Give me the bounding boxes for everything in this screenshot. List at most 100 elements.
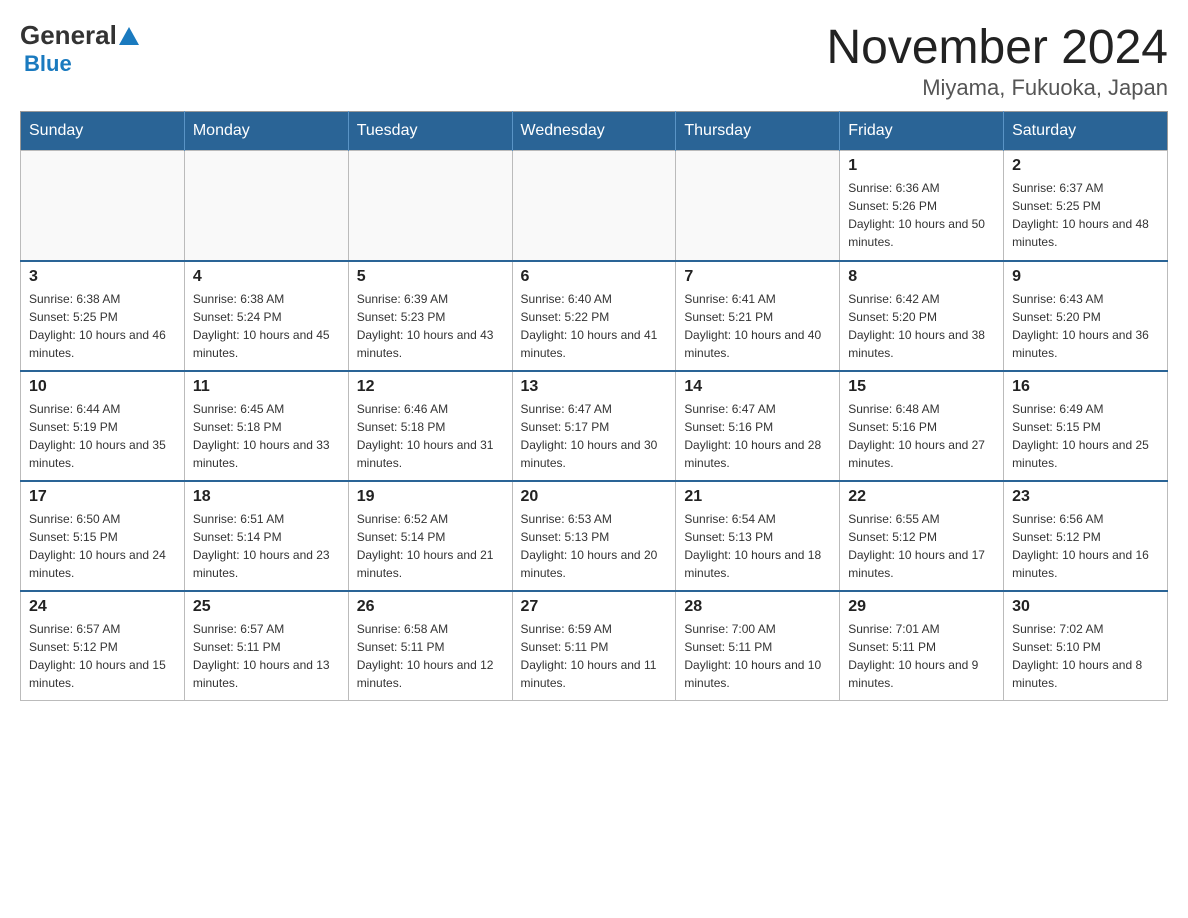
day-info: Sunrise: 6:55 AMSunset: 5:12 PMDaylight:… [848, 510, 995, 582]
day-info: Sunrise: 6:52 AMSunset: 5:14 PMDaylight:… [357, 510, 504, 582]
calendar-week-row: 17 Sunrise: 6:50 AMSunset: 5:15 PMDayligh… [21, 481, 1168, 591]
day-number: 22 [848, 488, 995, 506]
day-number: 14 [684, 378, 831, 396]
day-info: Sunrise: 6:48 AMSunset: 5:16 PMDaylight:… [848, 400, 995, 472]
day-number: 3 [29, 268, 176, 286]
header-tuesday: Tuesday [348, 112, 512, 151]
logo-blue-text: Blue [24, 51, 72, 77]
day-number: 2 [1012, 157, 1159, 175]
calendar-title: November 2024 [826, 20, 1168, 75]
calendar-table: Sunday Monday Tuesday Wednesday Thursday… [20, 111, 1168, 701]
table-row: 14 Sunrise: 6:47 AMSunset: 5:16 PMDayligh… [676, 371, 840, 481]
day-info: Sunrise: 6:47 AMSunset: 5:17 PMDaylight:… [521, 400, 668, 472]
table-row: 25 Sunrise: 6:57 AMSunset: 5:11 PMDayligh… [184, 591, 348, 701]
table-row: 18 Sunrise: 6:51 AMSunset: 5:14 PMDayligh… [184, 481, 348, 591]
day-number: 25 [193, 598, 340, 616]
calendar-week-row: 1 Sunrise: 6:36 AMSunset: 5:26 PMDaylight… [21, 151, 1168, 261]
day-number: 1 [848, 157, 995, 175]
table-row: 23 Sunrise: 6:56 AMSunset: 5:12 PMDayligh… [1004, 481, 1168, 591]
title-block: November 2024 Miyama, Fukuoka, Japan [826, 20, 1168, 101]
table-row: 8Sunrise: 6:42 AMSunset: 5:20 PMDaylight… [840, 261, 1004, 371]
table-row: 24 Sunrise: 6:57 AMSunset: 5:12 PMDayligh… [21, 591, 185, 701]
day-info: Sunrise: 6:39 AMSunset: 5:23 PMDaylight:… [357, 290, 504, 362]
page-header: General Blue November 2024 Miyama, Fukuo… [20, 20, 1168, 101]
day-info: Sunrise: 6:44 AMSunset: 5:19 PMDaylight:… [29, 400, 176, 472]
day-number: 18 [193, 488, 340, 506]
day-info: Sunrise: 6:40 AMSunset: 5:22 PMDaylight:… [521, 290, 668, 362]
header-monday: Monday [184, 112, 348, 151]
day-number: 7 [684, 268, 831, 286]
day-info: Sunrise: 7:01 AMSunset: 5:11 PMDaylight:… [848, 620, 995, 692]
day-number: 12 [357, 378, 504, 396]
day-number: 4 [193, 268, 340, 286]
day-number: 24 [29, 598, 176, 616]
day-number: 17 [29, 488, 176, 506]
day-info: Sunrise: 6:43 AMSunset: 5:20 PMDaylight:… [1012, 290, 1159, 362]
day-number: 20 [521, 488, 668, 506]
header-wednesday: Wednesday [512, 112, 676, 151]
day-info: Sunrise: 6:37 AMSunset: 5:25 PMDaylight:… [1012, 179, 1159, 251]
day-info: Sunrise: 6:50 AMSunset: 5:15 PMDaylight:… [29, 510, 176, 582]
day-number: 9 [1012, 268, 1159, 286]
day-info: Sunrise: 6:57 AMSunset: 5:11 PMDaylight:… [193, 620, 340, 692]
day-info: Sunrise: 6:51 AMSunset: 5:14 PMDaylight:… [193, 510, 340, 582]
day-number: 5 [357, 268, 504, 286]
day-info: Sunrise: 6:38 AMSunset: 5:24 PMDaylight:… [193, 290, 340, 362]
day-info: Sunrise: 6:49 AMSunset: 5:15 PMDaylight:… [1012, 400, 1159, 472]
day-number: 8 [848, 268, 995, 286]
calendar-week-row: 3 Sunrise: 6:38 AMSunset: 5:25 PMDaylight… [21, 261, 1168, 371]
table-row [512, 151, 676, 261]
table-row: 26Sunrise: 6:58 AMSunset: 5:11 PMDayligh… [348, 591, 512, 701]
day-info: Sunrise: 6:47 AMSunset: 5:16 PMDaylight:… [684, 400, 831, 472]
day-number: 19 [357, 488, 504, 506]
calendar-week-row: 10Sunrise: 6:44 AMSunset: 5:19 PMDayligh… [21, 371, 1168, 481]
day-number: 27 [521, 598, 668, 616]
table-row: 30Sunrise: 7:02 AMSunset: 5:10 PMDayligh… [1004, 591, 1168, 701]
day-number: 28 [684, 598, 831, 616]
day-number: 29 [848, 598, 995, 616]
table-row: 6 Sunrise: 6:40 AMSunset: 5:22 PMDaylight… [512, 261, 676, 371]
table-row: 10Sunrise: 6:44 AMSunset: 5:19 PMDayligh… [21, 371, 185, 481]
table-row: 19 Sunrise: 6:52 AMSunset: 5:14 PMDayligh… [348, 481, 512, 591]
day-number: 6 [521, 268, 668, 286]
day-info: Sunrise: 6:53 AMSunset: 5:13 PMDaylight:… [521, 510, 668, 582]
table-row: 20 Sunrise: 6:53 AMSunset: 5:13 PMDayligh… [512, 481, 676, 591]
day-number: 15 [848, 378, 995, 396]
logo-general-label: General [20, 20, 117, 51]
day-info: Sunrise: 6:56 AMSunset: 5:12 PMDaylight:… [1012, 510, 1159, 582]
day-info: Sunrise: 6:46 AMSunset: 5:18 PMDaylight:… [357, 400, 504, 472]
table-row: 13 Sunrise: 6:47 AMSunset: 5:17 PMDayligh… [512, 371, 676, 481]
day-number: 26 [357, 598, 504, 616]
day-number: 23 [1012, 488, 1159, 506]
header-friday: Friday [840, 112, 1004, 151]
day-info: Sunrise: 6:59 AMSunset: 5:11 PMDaylight:… [521, 620, 668, 692]
table-row: 21 Sunrise: 6:54 AMSunset: 5:13 PMDayligh… [676, 481, 840, 591]
table-row: 12 Sunrise: 6:46 AMSunset: 5:18 PMDayligh… [348, 371, 512, 481]
calendar-week-row: 24 Sunrise: 6:57 AMSunset: 5:12 PMDayligh… [21, 591, 1168, 701]
table-row: 7 Sunrise: 6:41 AMSunset: 5:21 PMDaylight… [676, 261, 840, 371]
table-row [184, 151, 348, 261]
table-row: 9 Sunrise: 6:43 AMSunset: 5:20 PMDaylight… [1004, 261, 1168, 371]
day-info: Sunrise: 7:00 AMSunset: 5:11 PMDaylight:… [684, 620, 831, 692]
day-info: Sunrise: 6:36 AMSunset: 5:26 PMDaylight:… [848, 179, 995, 251]
day-info: Sunrise: 6:54 AMSunset: 5:13 PMDaylight:… [684, 510, 831, 582]
table-row: 2 Sunrise: 6:37 AMSunset: 5:25 PMDaylight… [1004, 151, 1168, 261]
table-row [348, 151, 512, 261]
day-info: Sunrise: 6:38 AMSunset: 5:25 PMDaylight:… [29, 290, 176, 362]
day-info: Sunrise: 6:45 AMSunset: 5:18 PMDaylight:… [193, 400, 340, 472]
day-number: 30 [1012, 598, 1159, 616]
logo-triangle-icon [119, 27, 139, 45]
logo: General Blue [20, 20, 141, 77]
day-number: 21 [684, 488, 831, 506]
day-info: Sunrise: 6:57 AMSunset: 5:12 PMDaylight:… [29, 620, 176, 692]
table-row: 16Sunrise: 6:49 AMSunset: 5:15 PMDayligh… [1004, 371, 1168, 481]
header-saturday: Saturday [1004, 112, 1168, 151]
table-row: 1 Sunrise: 6:36 AMSunset: 5:26 PMDaylight… [840, 151, 1004, 261]
table-row [676, 151, 840, 261]
table-row [21, 151, 185, 261]
table-row: 17 Sunrise: 6:50 AMSunset: 5:15 PMDayligh… [21, 481, 185, 591]
day-info: Sunrise: 6:41 AMSunset: 5:21 PMDaylight:… [684, 290, 831, 362]
weekday-header-row: Sunday Monday Tuesday Wednesday Thursday… [21, 112, 1168, 151]
day-number: 13 [521, 378, 668, 396]
table-row: 28 Sunrise: 7:00 AMSunset: 5:11 PMDayligh… [676, 591, 840, 701]
